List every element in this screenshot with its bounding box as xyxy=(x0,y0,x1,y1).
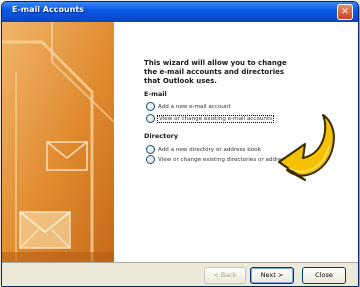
wizard-button-bar: < Back Next > Close xyxy=(2,262,358,286)
close-button[interactable]: Close xyxy=(302,267,346,284)
wizard-intro-text: This wizard will allow you to change the… xyxy=(144,59,287,85)
email-section-title: E-mail xyxy=(144,90,167,98)
back-button[interactable]: < Back xyxy=(204,267,246,284)
radio-button-icon[interactable] xyxy=(146,145,155,154)
envelope-illustration-icon xyxy=(2,22,114,262)
radio-button-icon[interactable] xyxy=(146,102,155,111)
directory-section-title: Directory xyxy=(144,132,179,140)
radio-label: View or change existing e-mail accounts xyxy=(156,114,275,123)
curved-arrow-icon xyxy=(278,114,335,181)
radio-add-email-account[interactable]: Add a new e-mail account xyxy=(146,102,231,111)
radio-button-icon[interactable] xyxy=(146,114,155,123)
radio-label: Add a new directory or address book xyxy=(158,146,261,153)
radio-label: Add a new e-mail account xyxy=(158,103,231,110)
radio-button-icon[interactable] xyxy=(146,155,155,164)
next-button[interactable]: Next > xyxy=(250,267,294,284)
window-title: E-mail Accounts xyxy=(12,5,84,14)
radio-add-directory[interactable]: Add a new directory or address book xyxy=(146,145,261,154)
title-bar[interactable]: E-mail Accounts ✕ xyxy=(2,2,358,22)
window-close-button[interactable]: ✕ xyxy=(337,4,353,20)
wizard-side-art xyxy=(2,22,114,262)
radio-view-change-email-accounts[interactable]: View or change existing e-mail accounts xyxy=(146,114,275,123)
